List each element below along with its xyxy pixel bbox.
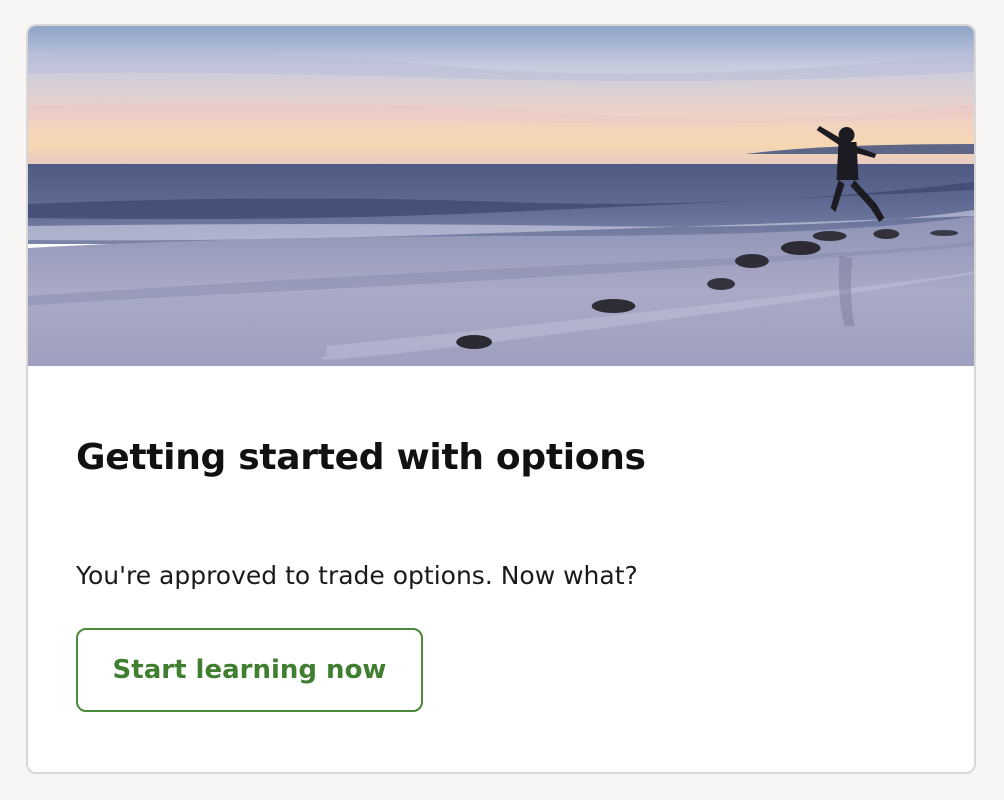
card-title: Getting started with options bbox=[76, 437, 646, 478]
card-description: You're approved to trade options. Now wh… bbox=[76, 561, 638, 590]
options-promo-card: Getting started with options You're appr… bbox=[26, 24, 976, 774]
beach-sunset-photo bbox=[28, 26, 974, 366]
hero-image bbox=[28, 26, 974, 366]
start-learning-button[interactable]: Start learning now bbox=[76, 628, 423, 712]
